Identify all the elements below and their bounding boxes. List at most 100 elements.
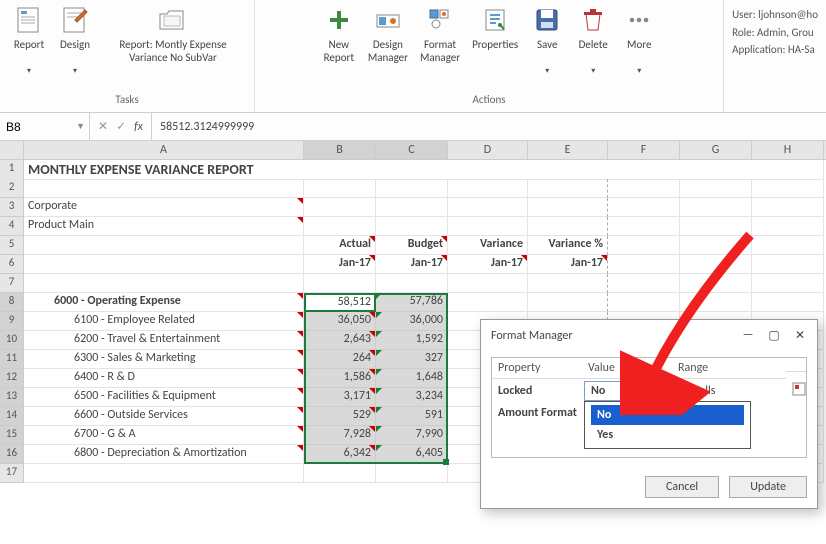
row-header[interactable]: 12 bbox=[0, 369, 24, 388]
maximize-button[interactable]: ▢ bbox=[767, 328, 781, 343]
actual-cell[interactable]: 264 bbox=[304, 350, 376, 369]
cancel-icon[interactable]: ✕ bbox=[98, 119, 108, 134]
actual-cell[interactable]: 3,171 bbox=[304, 388, 376, 407]
account-cell[interactable]: 6200 - Travel & Entertainment bbox=[24, 331, 304, 350]
formula-value[interactable]: 58512.3124999999 bbox=[152, 113, 826, 140]
budget-cell[interactable]: 7,990 bbox=[376, 426, 448, 445]
budget-cell[interactable]: 327 bbox=[376, 350, 448, 369]
format-manager-button[interactable]: Format Manager bbox=[414, 0, 466, 66]
month-d[interactable]: Jan-17 bbox=[448, 255, 528, 274]
actual-cell[interactable]: 36,050 bbox=[304, 312, 376, 331]
row-header[interactable]: 2 bbox=[0, 179, 24, 198]
more-label: More bbox=[627, 38, 651, 66]
account-cell[interactable]: 6000 - Operating Expense bbox=[24, 293, 304, 312]
month-c[interactable]: Jan-17 bbox=[376, 255, 448, 274]
hdr-variance[interactable]: Variance bbox=[448, 236, 528, 255]
design-button[interactable]: Design ▾ bbox=[52, 0, 98, 77]
col-header[interactable]: A bbox=[24, 141, 304, 159]
name-box[interactable]: ▼ bbox=[0, 113, 90, 140]
hdr-actual[interactable]: Actual bbox=[304, 236, 376, 255]
row-header[interactable]: 14 bbox=[0, 407, 24, 426]
actual-cell[interactable]: 6,342 bbox=[304, 445, 376, 464]
row-header[interactable]: 8 bbox=[0, 293, 24, 312]
close-button[interactable]: ✕ bbox=[793, 328, 807, 343]
comment-indicator bbox=[441, 255, 447, 261]
actual-cell[interactable]: 529 bbox=[304, 407, 376, 426]
budget-cell[interactable]: 57,786 bbox=[376, 293, 448, 312]
row-header[interactable]: 3 bbox=[0, 198, 24, 217]
select-all-corner[interactable] bbox=[0, 141, 24, 159]
report-button[interactable]: Report ▾ bbox=[6, 0, 52, 77]
col-header[interactable]: G bbox=[680, 141, 752, 159]
name-box-input[interactable] bbox=[4, 119, 64, 135]
report-title[interactable]: MONTHLY EXPENSE VARIANCE REPORT bbox=[24, 160, 824, 180]
actual-cell[interactable]: 1,586 bbox=[304, 369, 376, 388]
col-header[interactable]: E bbox=[528, 141, 608, 159]
comment-indicator bbox=[297, 407, 303, 413]
col-header[interactable]: F bbox=[608, 141, 680, 159]
comment-indicator bbox=[369, 407, 375, 413]
row-header[interactable]: 6 bbox=[0, 255, 24, 274]
budget-cell[interactable]: 3,234 bbox=[376, 388, 448, 407]
delete-button[interactable]: Delete ▾ bbox=[570, 0, 616, 77]
row-header[interactable]: 4 bbox=[0, 217, 24, 236]
cell[interactable] bbox=[24, 179, 304, 198]
row-header[interactable]: 11 bbox=[0, 350, 24, 369]
row-header[interactable]: 17 bbox=[0, 464, 24, 483]
account-cell[interactable]: 6300 - Sales & Marketing bbox=[24, 350, 304, 369]
new-report-button[interactable]: New Report bbox=[316, 0, 362, 66]
row-header[interactable]: 1 bbox=[0, 160, 24, 180]
option-yes[interactable]: Yes bbox=[591, 425, 744, 445]
account-cell[interactable]: 6700 - G & A bbox=[24, 426, 304, 445]
minimize-button[interactable]: — bbox=[741, 328, 755, 343]
locked-value-select[interactable]: No ▾ No Yes bbox=[584, 381, 670, 401]
month-e[interactable]: Jan-17 bbox=[528, 255, 608, 274]
col-header[interactable]: B bbox=[304, 141, 376, 159]
account-cell[interactable]: 6100 - Employee Related bbox=[24, 312, 304, 331]
account-cell[interactable]: 6800 - Depreciation & Amortization bbox=[24, 445, 304, 464]
cancel-button[interactable]: Cancel bbox=[645, 476, 719, 498]
row-header[interactable]: 15 bbox=[0, 426, 24, 445]
row-header[interactable]: 13 bbox=[0, 388, 24, 407]
budget-cell[interactable]: 1,648 bbox=[376, 369, 448, 388]
properties-button[interactable]: Properties bbox=[466, 0, 524, 66]
row-header[interactable]: 10 bbox=[0, 331, 24, 350]
hdr-variance-pct[interactable]: Variance % bbox=[528, 236, 608, 255]
budget-cell[interactable]: 6,405 bbox=[376, 445, 448, 464]
account-cell[interactable]: 6500 - Facilities & Equipment bbox=[24, 388, 304, 407]
month-b[interactable]: Jan-17 bbox=[304, 255, 376, 274]
check-icon[interactable]: ✓ bbox=[116, 119, 126, 134]
format-manager-label: Format Manager bbox=[420, 38, 460, 66]
comment-indicator bbox=[369, 350, 375, 356]
account-cell[interactable]: 6600 - Outside Services bbox=[24, 407, 304, 426]
option-no[interactable]: No bbox=[591, 405, 744, 425]
chevron-down-icon[interactable]: ▼ bbox=[76, 121, 85, 132]
budget-cell[interactable]: 591 bbox=[376, 407, 448, 426]
update-button[interactable]: Update bbox=[729, 476, 807, 498]
row-header[interactable]: 5 bbox=[0, 236, 24, 255]
chevron-down-icon: ▾ bbox=[27, 67, 31, 77]
row-header[interactable]: 16 bbox=[0, 445, 24, 464]
col-header[interactable]: H bbox=[752, 141, 824, 159]
actual-cell[interactable]: 7,928 bbox=[304, 426, 376, 445]
row-header[interactable]: 9 bbox=[0, 312, 24, 331]
design-manager-button[interactable]: Design Manager bbox=[362, 0, 414, 66]
fx-icon[interactable]: fx bbox=[134, 120, 143, 134]
save-button[interactable]: Save ▾ bbox=[524, 0, 570, 77]
corporate-cell[interactable]: Corporate bbox=[24, 198, 304, 217]
budget-cell[interactable]: 1,592 bbox=[376, 331, 448, 350]
hdr-budget[interactable]: Budget bbox=[376, 236, 448, 255]
actual-cell[interactable]: 58,512 bbox=[304, 293, 376, 312]
comment-indicator bbox=[297, 369, 303, 375]
row-header[interactable]: 7 bbox=[0, 274, 24, 293]
actual-cell[interactable]: 2,643 bbox=[304, 331, 376, 350]
budget-cell[interactable]: 36,000 bbox=[376, 312, 448, 331]
product-main-cell[interactable]: Product Main bbox=[24, 217, 304, 236]
account-cell[interactable]: 6400 - R & D bbox=[24, 369, 304, 388]
properties-label: Properties bbox=[472, 38, 518, 66]
col-header[interactable]: D bbox=[448, 141, 528, 159]
more-button[interactable]: More ▾ bbox=[616, 0, 662, 77]
range-picker-icon[interactable] bbox=[786, 379, 806, 403]
report-monthly-button[interactable]: Report: Montly Expense Variance No SubVa… bbox=[98, 0, 248, 66]
col-header[interactable]: C bbox=[376, 141, 448, 159]
